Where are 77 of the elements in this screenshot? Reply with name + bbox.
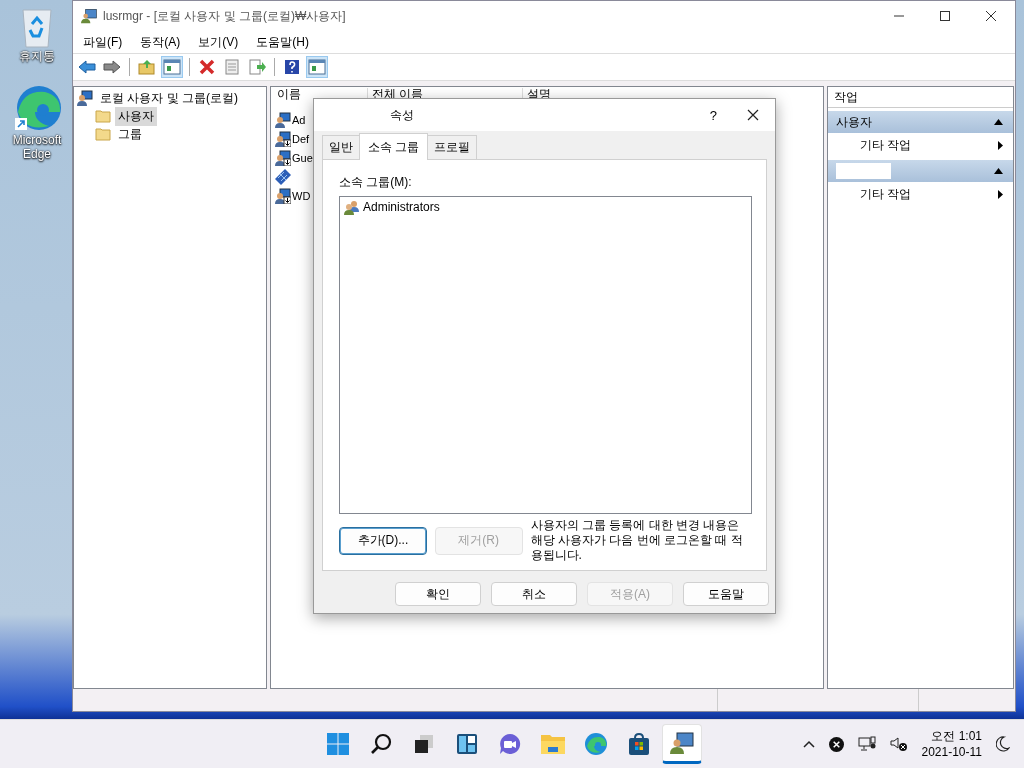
list-item[interactable]: Gue [292, 151, 313, 164]
submenu-arrow-icon [998, 189, 1003, 199]
toolbar-button[interactable] [306, 56, 328, 78]
menu-item[interactable]: 동작(A) [140, 33, 181, 51]
actions-header: 작업 [828, 87, 1013, 108]
column-header[interactable]: 이름 [275, 88, 367, 100]
collapse-icon [994, 168, 1003, 174]
dialog-button[interactable]: 확인 [395, 582, 481, 606]
dialog-button[interactable]: 도움말 [683, 582, 769, 606]
back-arrow-icon [78, 59, 96, 75]
list-item[interactable]: WD [292, 189, 311, 202]
mesh-pattern-icon [275, 168, 291, 185]
close-icon[interactable] [747, 109, 759, 121]
redaction-box [836, 163, 891, 179]
chevron-up-icon[interactable] [802, 740, 815, 748]
maximize-icon[interactable] [939, 10, 951, 22]
browser-icon [584, 732, 608, 756]
shopping-bag-icon [627, 732, 651, 756]
moon-icon[interactable] [996, 736, 1010, 752]
pane-icon [308, 59, 326, 75]
member-list[interactable]: Administrators [339, 196, 752, 514]
folder-icon [95, 127, 111, 141]
video-chat-icon [498, 732, 522, 756]
delete-icon [199, 59, 215, 75]
help-button[interactable]: ? [709, 107, 717, 123]
action-item[interactable]: 기타 작업 [828, 182, 1013, 206]
dialog-button[interactable]: 추가(D)... [339, 526, 427, 555]
window-title: lusrmgr - [로컬 사용자 및 그룹(로컬)₩사용자] [103, 7, 347, 25]
search-icon [370, 733, 392, 755]
user-icon [275, 111, 291, 128]
user-icon [275, 187, 291, 204]
tree-item[interactable]: 사용자 [115, 106, 157, 126]
error-circle-icon[interactable] [828, 736, 844, 752]
submenu-arrow-icon [998, 140, 1003, 150]
info-text: 사용자의 그룹 등록에 대한 변경 내용은 해당 사용자가 다음 번에 로그온할 때 적용됩니다. [530, 518, 744, 563]
windows-logo-icon [326, 732, 350, 756]
folder-icon [95, 109, 111, 123]
folder-up-icon [138, 59, 156, 75]
users-computer-icon [81, 8, 97, 24]
browser-icon[interactable] [13, 83, 61, 132]
tab[interactable]: 일반 [322, 135, 360, 159]
properties-icon [224, 59, 240, 75]
action-section-header[interactable]: 사용자 [828, 111, 1013, 133]
list-item[interactable]: Def [292, 132, 310, 145]
close-icon[interactable] [985, 10, 997, 22]
menu-item[interactable]: 파일(F) [83, 33, 123, 51]
member-item[interactable]: Administrators [363, 200, 440, 214]
menu-item[interactable]: 보기(V) [198, 33, 239, 51]
recycle-bin-icon[interactable] [20, 6, 54, 48]
forward-arrow-icon [103, 59, 121, 75]
action-item[interactable]: 기타 작업 [828, 133, 1013, 157]
taskbar-button[interactable] [662, 724, 702, 764]
toolbar-button[interactable] [161, 56, 183, 78]
dialog-button[interactable]: 취소 [491, 582, 577, 606]
network-icon[interactable] [857, 736, 876, 752]
widgets-icon [456, 733, 478, 755]
tab[interactable]: 소속 그룹 [359, 133, 429, 160]
tree-item[interactable]: 그룹 [115, 124, 145, 144]
tree-item[interactable]: 로컬 사용자 및 그룹(로컬) [97, 88, 241, 108]
tab[interactable]: 프로필 [427, 135, 478, 159]
users-computer-icon [670, 731, 694, 755]
dialog-title: 속성 [390, 106, 415, 124]
folder-icon [540, 733, 566, 755]
task-view-icon [413, 733, 435, 755]
member-list-label: 소속 그룹(M): [339, 174, 413, 190]
list-item[interactable]: Ad [292, 113, 306, 126]
pane-icon [163, 59, 181, 75]
user-icon [275, 149, 291, 166]
clock[interactable]: 오전 1:01 2021-10-11 [921, 728, 982, 760]
menu-item[interactable]: 도움말(H) [256, 33, 309, 51]
export-icon [248, 59, 266, 75]
collapse-icon [994, 119, 1003, 125]
speaker-muted-icon[interactable] [889, 736, 908, 752]
user-icon [275, 130, 291, 147]
user-group-icon [344, 199, 360, 215]
help-icon [284, 59, 300, 75]
user-icon [77, 90, 93, 106]
